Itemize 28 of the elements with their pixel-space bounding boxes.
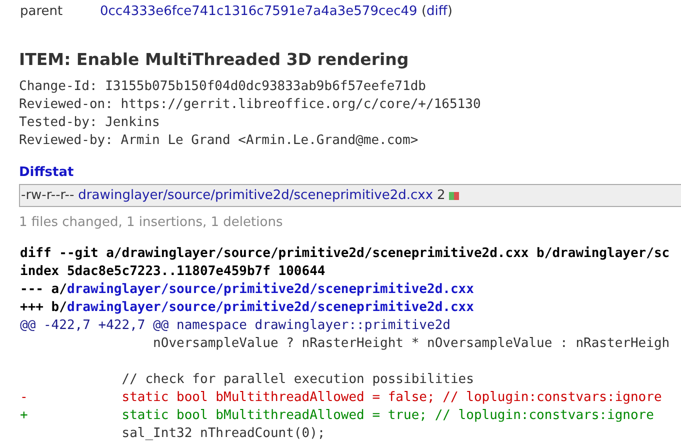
diff-header-line: index 5dac8e5c7223..11807e459b7f 100644 [20, 263, 326, 281]
commit-title: ITEM: Enable MultiThreaded 3D rendering [19, 49, 410, 71]
added-line: + static bool bMultithreadAllowed = true; // loplugin:constvars:ignore [20, 407, 654, 425]
file-path-link[interactable]: drawinglayer/source/primitive2d/sceneprimitive2d.cxx [78, 188, 434, 203]
diff-header-line: diff --git a/drawinglayer/source/primitive2d/sceneprimitive2d.cxx b/drawinglayer/sc [20, 245, 670, 263]
file-path-link[interactable]: drawinglayer/source/primitive2d/sceneprimitive2d.cxx [66, 300, 474, 315]
context-line: sal_Int32 nThreadCount(0); [120, 425, 326, 441]
diffstat-summary: 1 files changed, 1 insertions, 1 deletions [19, 214, 284, 232]
file-mode: -rw-r--r-- [21, 188, 74, 203]
commit-message-line: Reviewed-on: https://gerrit.libreoffice.org/c/core/+/165130 [19, 96, 482, 114]
commit-message-line: Tested-by: Jenkins [19, 114, 161, 132]
diff-link[interactable]: diff [426, 4, 448, 18]
diffstat-link[interactable]: Diffstat [19, 164, 74, 182]
paren-text: ) [447, 4, 452, 18]
commit-message-line: Change-Id: I3155b075b150f04d0dc93833ab9b6f57eefe71db [19, 78, 427, 96]
commit-message-line: Reviewed-by: Armin Le Grand <Armin.Le.Grand@me.com> [19, 132, 420, 150]
paren-text: ( [421, 4, 427, 18]
context-line: nOversampleValue ? nRasterHeight * nOversampleValue : nRasterHeigh [152, 335, 670, 353]
change-count: 2 [437, 188, 446, 203]
hunk-header-line: @@ -422,7 +422,7 @@ namespace drawinglayer::primitive2d [20, 317, 450, 335]
context-line: // check for parallel execution possibilities [120, 371, 474, 389]
diff-file-line: --- a/drawinglayer/source/primitive2d/sceneprimitive2d.cxx [20, 281, 474, 299]
file-path-link[interactable]: drawinglayer/source/primitive2d/sceneprimitive2d.cxx [66, 282, 474, 297]
diff-file-line: +++ b/drawinglayer/source/primitive2d/sceneprimitive2d.cxx [20, 299, 474, 317]
diffstat-graph-icon [449, 192, 460, 200]
parent-label: parent [20, 4, 64, 18]
commit-hash-link[interactable]: 0cc4333e6fce741c1316c7591e7a4a3e579cec49 [100, 4, 418, 18]
removed-line: - static bool bMultithreadAllowed = false; // loplugin:constvars:ignore [20, 389, 662, 407]
